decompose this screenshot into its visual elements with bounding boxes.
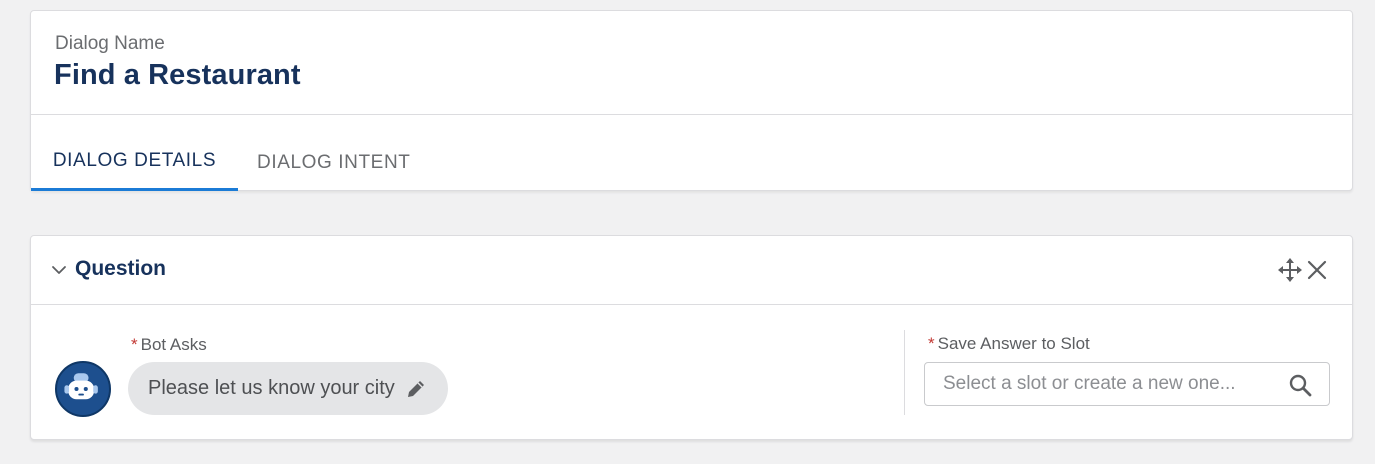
search-icon[interactable] (1288, 373, 1312, 397)
dialog-name-label: Dialog Name (55, 33, 165, 54)
slot-search-input[interactable] (924, 362, 1330, 406)
close-icon[interactable] (1306, 259, 1328, 281)
required-marker: * (131, 335, 138, 354)
move-icon[interactable] (1278, 258, 1302, 282)
column-divider (904, 330, 905, 415)
dialog-header-card: Dialog Name Find a Restaurant DIALOG DET… (30, 10, 1353, 191)
save-slot-label: * Save Answer to Slot (928, 334, 1090, 354)
bot-message-text: Please let us know your city (148, 377, 395, 399)
question-card: Question * Bot Asks Please let us know y… (30, 235, 1353, 440)
bot-asks-label-text: Bot Asks (140, 335, 207, 354)
chevron-down-icon[interactable] (51, 262, 67, 278)
bot-avatar-icon (55, 361, 111, 417)
question-header: Question (31, 236, 1352, 305)
tab-dialog-intent[interactable]: DIALOG INTENT (257, 115, 410, 191)
pencil-icon[interactable] (405, 378, 427, 400)
tab-dialog-details[interactable]: DIALOG DETAILS (31, 115, 238, 191)
bot-asks-label: * Bot Asks (131, 335, 207, 355)
question-title: Question (75, 257, 167, 280)
save-slot-label-text: Save Answer to Slot (937, 334, 1090, 353)
required-marker: * (928, 334, 935, 353)
dialog-tabs: DIALOG DETAILS DIALOG INTENT (31, 115, 1352, 192)
bot-message-bubble[interactable]: Please let us know your city (128, 362, 448, 415)
dialog-name-title[interactable]: Find a Restaurant (54, 59, 301, 92)
